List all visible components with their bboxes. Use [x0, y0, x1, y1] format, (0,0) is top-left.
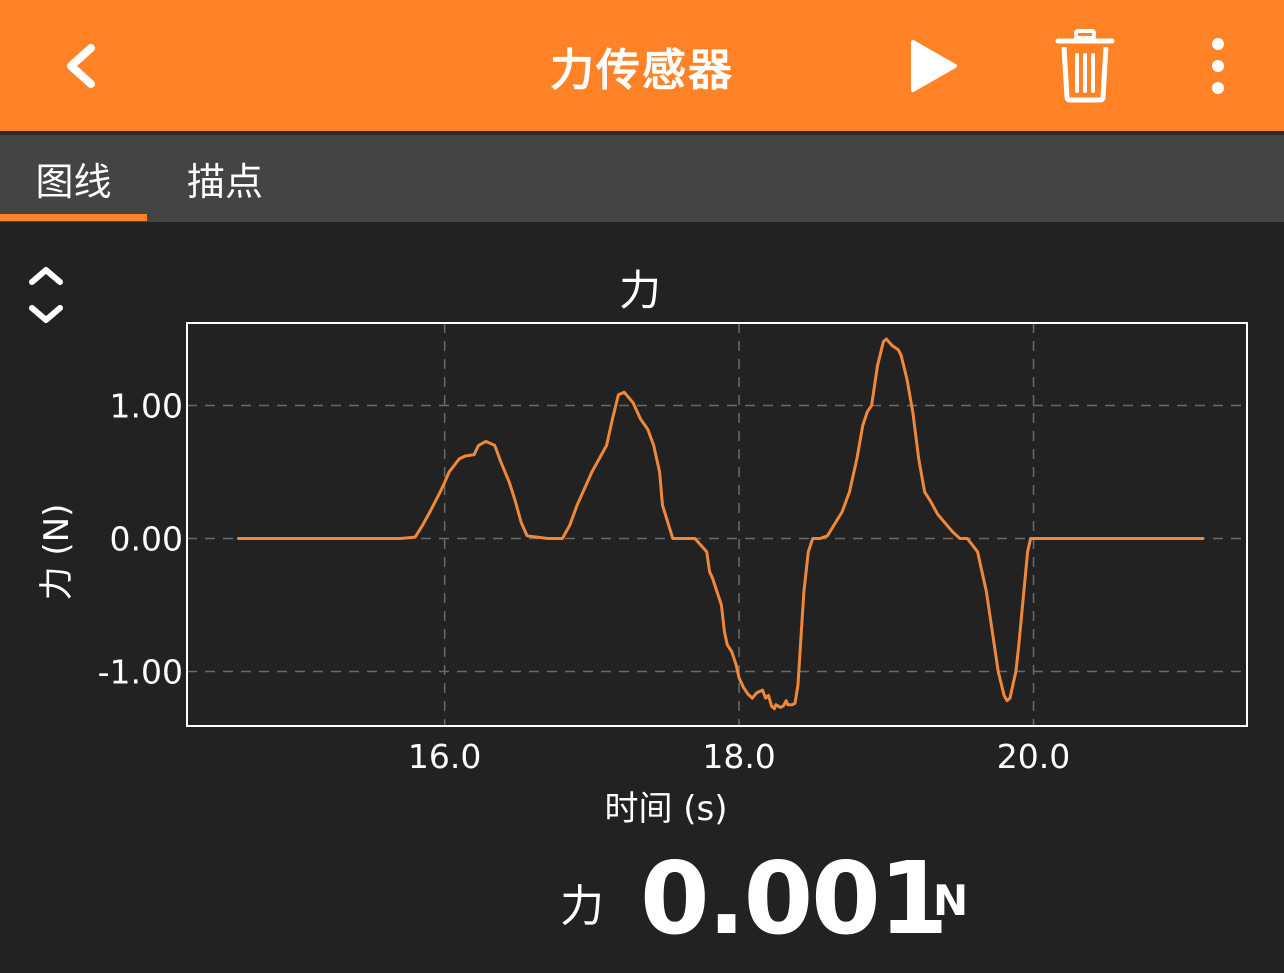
more-options-button[interactable] [1178, 26, 1258, 106]
expand-collapse-button[interactable] [24, 262, 68, 332]
reading-label: 力 [560, 881, 604, 932]
chart-grid [187, 323, 1247, 726]
plot-frame [186, 322, 1248, 727]
reading-unit: N [933, 876, 969, 925]
series-line-force [237, 337, 1205, 711]
x-tick-label: 16.0 [408, 737, 481, 776]
tab-bar: 图线 描点 [0, 135, 1284, 222]
x-axis-label: 时间 (s) [604, 789, 727, 829]
page-title: 力传感器 [550, 44, 734, 96]
x-tick-label: 20.0 [997, 737, 1070, 776]
reading-value: 0.001 [640, 840, 948, 957]
trash-icon [1055, 29, 1115, 103]
y-tick-label: 1.00 [110, 386, 183, 425]
force-sensor-screen: 力传感器 图线 描点 力 1.00 0.00 -1.00 16.0 18.0 2… [0, 0, 1284, 973]
y-tick-label: 0.00 [110, 519, 183, 558]
delete-button[interactable] [1045, 26, 1125, 106]
app-bar: 力传感器 [0, 0, 1284, 131]
current-reading: 力 0.001 N [0, 840, 1284, 973]
x-tick-labels: 16.0 18.0 20.0 [408, 737, 1070, 776]
y-axis-label: 力 (N) [37, 504, 77, 601]
y-tick-labels: 1.00 0.00 -1.00 [98, 386, 183, 691]
chevron-left-icon [67, 44, 95, 88]
more-vertical-icon [1212, 38, 1224, 94]
x-tick-label: 18.0 [702, 737, 775, 776]
tab-graph[interactable]: 图线 [0, 135, 147, 222]
tab-points[interactable]: 描点 [155, 135, 295, 222]
expand-collapse-icon [29, 267, 63, 323]
chart-title: 力 [619, 266, 661, 315]
play-button[interactable] [894, 26, 974, 106]
y-tick-label: -1.00 [98, 652, 183, 691]
back-button[interactable] [48, 30, 112, 102]
play-icon [911, 40, 957, 92]
tab-indicator [0, 214, 147, 221]
